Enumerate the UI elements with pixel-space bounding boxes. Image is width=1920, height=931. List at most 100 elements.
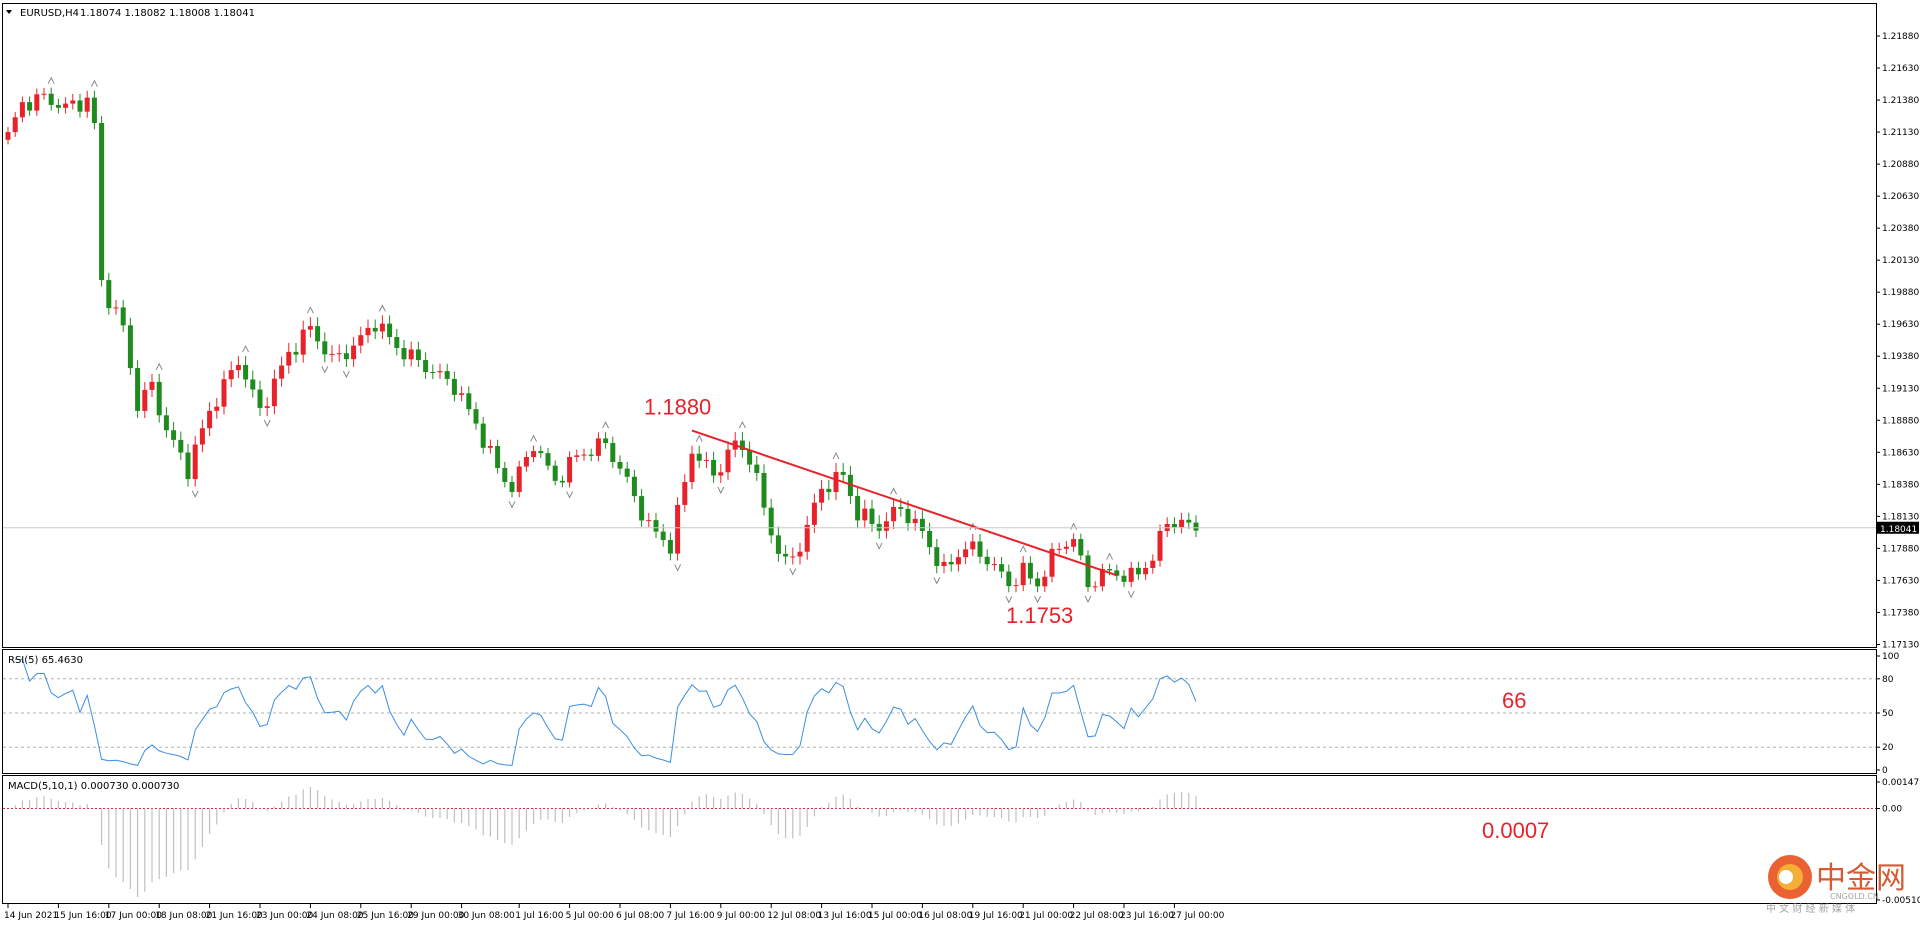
trading-chart[interactable]: 1.21880 1.21630 1.21380 1.21130 1.20880 1.206… xyxy=(0,0,1920,927)
time-tick-label: 15 Jul 00:00 xyxy=(868,911,922,921)
candle-body xyxy=(358,335,364,346)
candle-body xyxy=(819,488,825,503)
candle-body xyxy=(523,457,529,467)
candle-body xyxy=(1035,578,1041,587)
candle-body xyxy=(135,368,141,411)
candle-body xyxy=(437,371,443,373)
candle-body xyxy=(1006,571,1012,587)
time-tick-label: 14 Jun 2021 xyxy=(4,911,58,921)
annotation-macd-value: 0.0007 xyxy=(1482,818,1549,843)
current-price-label: 1.18041 xyxy=(1880,525,1917,535)
candle-body xyxy=(1078,539,1084,556)
time-tick-label: 1 Jul 16:00 xyxy=(515,911,564,921)
candle-body xyxy=(214,406,220,411)
candle-body xyxy=(1056,548,1062,550)
candle-body xyxy=(1042,576,1048,587)
candle-body xyxy=(423,360,429,373)
candle-body xyxy=(862,508,868,521)
candle-body xyxy=(689,453,695,483)
price-tick-label: 1.18880 xyxy=(1882,416,1919,426)
price-tick-label: 1.18630 xyxy=(1882,448,1919,458)
candle-body xyxy=(531,451,537,458)
candle-body xyxy=(1179,519,1185,528)
time-tick-label: 25 Jun 16:00 xyxy=(357,911,414,921)
candle xyxy=(1085,550,1091,592)
candle-body xyxy=(466,393,472,410)
candle-body xyxy=(509,481,515,492)
candle-body xyxy=(653,520,659,532)
candle-body xyxy=(610,443,616,463)
macd-header: MACD(5,10,1) 0.000730 0.000730 xyxy=(8,781,179,792)
candle-body xyxy=(120,307,126,326)
candle-body xyxy=(127,325,133,369)
candle-body xyxy=(905,508,911,524)
candle-body xyxy=(559,480,565,483)
candle-body xyxy=(502,468,508,482)
logo-site: CNGOLD.CN xyxy=(1830,892,1879,901)
candle-body xyxy=(912,518,918,524)
candle-body xyxy=(1128,567,1134,582)
candle-body xyxy=(581,454,587,456)
candle-body xyxy=(34,94,40,111)
candle-body xyxy=(192,444,198,480)
candle-body xyxy=(1121,575,1127,582)
candle-body xyxy=(1193,522,1199,531)
ohlc-label: 1.18074 1.18082 1.18008 1.18041 xyxy=(80,8,255,19)
candle-body xyxy=(221,379,227,407)
candle-body xyxy=(1157,530,1163,561)
candle-body xyxy=(343,353,349,360)
candle-body xyxy=(1027,562,1033,579)
candle xyxy=(127,317,133,375)
candle-body xyxy=(574,455,580,457)
candle-body xyxy=(351,345,357,360)
price-tick-label: 1.17880 xyxy=(1882,544,1919,554)
candle-body xyxy=(250,379,256,390)
candle-body xyxy=(293,351,299,355)
price-tick-label: 1.20630 xyxy=(1882,192,1919,202)
candle-body xyxy=(315,326,321,342)
candle-body xyxy=(595,438,601,456)
annotation-swing-low: 1.1753 xyxy=(1006,603,1073,628)
candle-body xyxy=(113,307,119,309)
candle-body xyxy=(711,459,717,476)
candle-body xyxy=(41,93,47,95)
candle-body xyxy=(235,364,241,371)
price-tick-label: 1.21880 xyxy=(1882,32,1919,42)
candle-body xyxy=(91,97,97,124)
candle-body xyxy=(1013,585,1019,587)
time-tick-label: 23 Jun 00:00 xyxy=(256,911,313,921)
candle-body xyxy=(444,371,450,379)
candle-body xyxy=(322,341,328,355)
candle-body xyxy=(48,93,54,105)
candle-body xyxy=(379,323,385,332)
candle-body xyxy=(646,520,652,522)
price-tick-label: 1.19630 xyxy=(1882,320,1919,330)
candle-body xyxy=(631,476,637,497)
candle-body xyxy=(415,349,421,361)
rsi-tick-label: 100 xyxy=(1882,652,1899,662)
time-tick-label: 6 Jul 08:00 xyxy=(616,911,665,921)
time-tick-label: 22 Jul 08:00 xyxy=(1070,911,1124,921)
candle-body xyxy=(5,132,11,140)
candle-body xyxy=(178,439,184,453)
price-tick-label: 1.21380 xyxy=(1882,96,1919,106)
candle-body xyxy=(1135,567,1141,575)
candle-body xyxy=(984,556,990,565)
time-tick-label: 15 Jun 16:00 xyxy=(54,911,111,921)
annotation-swing-high: 1.1880 xyxy=(644,395,711,420)
time-tick-label: 27 Jul 00:00 xyxy=(1170,911,1224,921)
candle-body xyxy=(207,410,213,429)
price-tick-label: 1.21630 xyxy=(1882,64,1919,74)
time-tick-label: 12 Jul 08:00 xyxy=(767,911,821,921)
candle xyxy=(135,360,141,418)
price-tick-label: 1.17130 xyxy=(1882,640,1919,650)
candle-body xyxy=(970,541,976,550)
candle-body xyxy=(372,327,378,332)
candle-body xyxy=(811,502,817,525)
candle-body xyxy=(747,450,753,465)
candle-body xyxy=(1020,562,1026,586)
candle-body xyxy=(1107,569,1113,571)
price-tick-label: 1.17630 xyxy=(1882,576,1919,586)
candle-body xyxy=(286,351,292,366)
candle-body xyxy=(279,365,285,379)
